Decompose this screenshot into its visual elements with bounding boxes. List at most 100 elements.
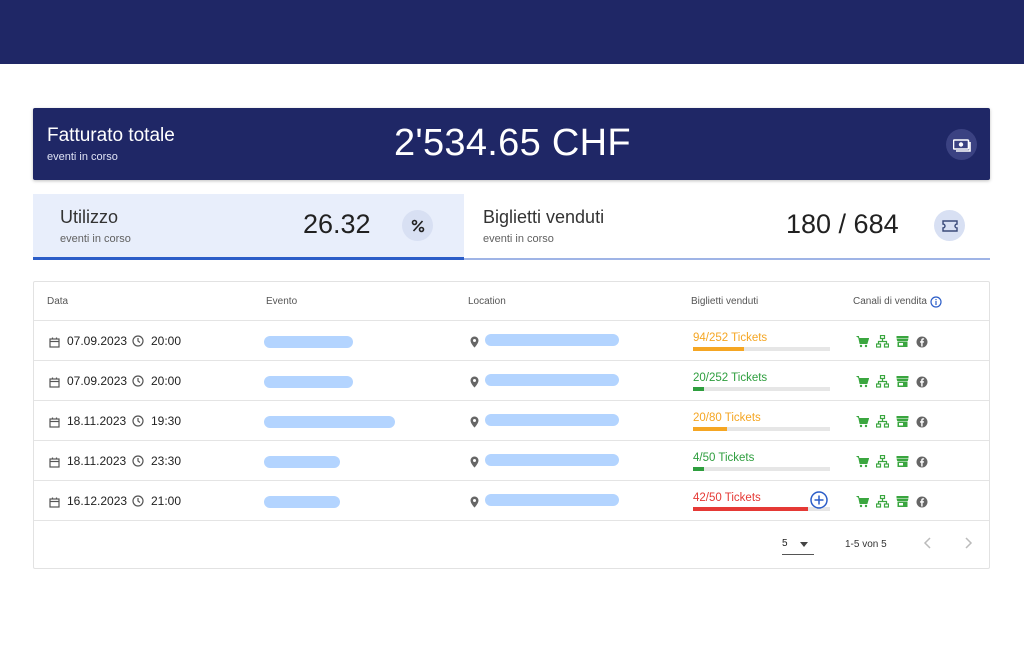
facebook-icon[interactable] bbox=[916, 455, 929, 468]
store-icon[interactable] bbox=[896, 415, 909, 428]
header-sales-channels[interactable]: Canali di vendita bbox=[853, 296, 927, 307]
cart-icon[interactable] bbox=[856, 375, 870, 388]
tickets-sold-title: Biglietti venduti bbox=[483, 207, 605, 227]
chevron-down-icon bbox=[800, 542, 808, 547]
sales-channels bbox=[856, 414, 929, 428]
tickets-progress-bar bbox=[693, 467, 830, 471]
event-date: 16.12.2023 bbox=[67, 494, 128, 508]
event-name-placeholder[interactable] bbox=[264, 496, 340, 508]
event-name-placeholder[interactable] bbox=[264, 376, 353, 388]
event-time: 19:30 bbox=[151, 414, 182, 428]
tickets-sold-subtitle: eventi in corso bbox=[483, 233, 554, 245]
store-icon[interactable] bbox=[896, 335, 909, 348]
tickets-progress-fill bbox=[693, 507, 809, 511]
tickets-sold-card[interactable]: Biglietti venduti eventi in corso 180 / … bbox=[464, 194, 990, 260]
location-name-placeholder[interactable] bbox=[485, 334, 619, 346]
sitemap-icon[interactable] bbox=[875, 334, 890, 348]
tickets-sold-count: 42/50 Tickets bbox=[693, 492, 761, 504]
clock-icon bbox=[132, 494, 144, 512]
header-date[interactable]: Data bbox=[47, 296, 68, 307]
location-name-placeholder[interactable] bbox=[485, 454, 619, 466]
store-icon[interactable] bbox=[896, 375, 909, 388]
sitemap-icon[interactable] bbox=[875, 454, 890, 468]
facebook-icon[interactable] bbox=[916, 495, 929, 508]
previous-page-button[interactable] bbox=[921, 536, 935, 550]
sitemap-icon[interactable] bbox=[875, 494, 890, 508]
location-pin-icon bbox=[470, 375, 479, 393]
event-time: 20:00 bbox=[151, 374, 182, 388]
events-table: Data Evento Location Biglietti venduti C… bbox=[33, 281, 990, 569]
revenue-subtitle: eventi in corso bbox=[47, 151, 118, 163]
event-date: 07.09.2023 bbox=[67, 334, 128, 348]
table-row[interactable]: 07.09.2023 20:00 20/252 Tickets bbox=[34, 361, 989, 401]
facebook-icon[interactable] bbox=[916, 375, 929, 388]
tickets-progress-fill bbox=[693, 467, 704, 471]
location-pin-icon bbox=[470, 495, 479, 513]
sales-channels bbox=[856, 494, 929, 508]
table-footer: 5 1-5 von 5 bbox=[34, 521, 989, 569]
percent-icon bbox=[402, 210, 433, 241]
calendar-icon bbox=[49, 335, 60, 353]
sitemap-icon[interactable] bbox=[875, 414, 890, 428]
event-time: 23:30 bbox=[151, 454, 182, 468]
header-event[interactable]: Evento bbox=[266, 296, 297, 307]
event-time: 21:00 bbox=[151, 494, 182, 508]
calendar-icon bbox=[49, 455, 60, 473]
header-tickets-sold[interactable]: Biglietti venduti bbox=[691, 296, 758, 307]
cart-icon[interactable] bbox=[856, 335, 870, 348]
utilization-subtitle: eventi in corso bbox=[60, 233, 131, 245]
clock-icon bbox=[132, 454, 144, 472]
location-pin-icon bbox=[470, 415, 479, 433]
rows-per-page-select[interactable]: 5 bbox=[782, 537, 814, 555]
event-name-placeholder[interactable] bbox=[264, 416, 395, 428]
utilization-card[interactable]: Utilizzo eventi in corso 26.32 bbox=[33, 194, 464, 260]
facebook-icon[interactable] bbox=[916, 335, 929, 348]
calendar-icon bbox=[49, 495, 60, 513]
calendar-icon bbox=[49, 415, 60, 433]
tickets-progress-bar bbox=[693, 427, 830, 431]
event-name-placeholder[interactable] bbox=[264, 456, 340, 468]
revenue-amount: 2'534.65 CHF bbox=[394, 122, 631, 164]
tickets-sold-value: 180 / 684 bbox=[786, 209, 899, 239]
tickets-sold-count: 20/80 Tickets bbox=[693, 412, 761, 424]
cart-icon[interactable] bbox=[856, 415, 870, 428]
store-icon[interactable] bbox=[896, 495, 909, 508]
table-row[interactable]: 16.12.2023 21:00 42/50 Tickets bbox=[34, 481, 989, 521]
header-location[interactable]: Location bbox=[468, 296, 506, 307]
rows-per-page-value: 5 bbox=[782, 538, 788, 549]
add-circle-icon[interactable] bbox=[810, 491, 828, 514]
event-date: 07.09.2023 bbox=[67, 374, 128, 388]
event-name-placeholder[interactable] bbox=[264, 336, 353, 348]
sitemap-icon[interactable] bbox=[875, 374, 890, 388]
sales-channels bbox=[856, 374, 929, 388]
money-icon bbox=[946, 129, 977, 160]
tickets-sold-count: 20/252 Tickets bbox=[693, 372, 768, 384]
cart-icon[interactable] bbox=[856, 455, 870, 468]
info-icon[interactable] bbox=[930, 295, 942, 313]
top-navigation-bar bbox=[0, 0, 1024, 64]
facebook-icon[interactable] bbox=[916, 415, 929, 428]
tickets-progress-bar bbox=[693, 387, 830, 391]
pagination-range: 1-5 von 5 bbox=[845, 539, 887, 550]
table-header: Data Evento Location Biglietti venduti C… bbox=[34, 282, 989, 321]
tickets-progress-fill bbox=[693, 347, 745, 351]
location-pin-icon bbox=[470, 455, 479, 473]
location-name-placeholder[interactable] bbox=[485, 494, 619, 506]
location-name-placeholder[interactable] bbox=[485, 374, 619, 386]
ticket-icon bbox=[934, 210, 965, 241]
event-date: 18.11.2023 bbox=[67, 454, 127, 468]
tickets-sold-count: 94/252 Tickets bbox=[693, 332, 768, 344]
location-pin-icon bbox=[470, 335, 479, 353]
store-icon[interactable] bbox=[896, 455, 909, 468]
cart-icon[interactable] bbox=[856, 495, 870, 508]
table-row[interactable]: 07.09.2023 20:00 94/252 Tickets bbox=[34, 321, 989, 361]
sales-channels bbox=[856, 334, 929, 348]
tickets-sold-count: 4/50 Tickets bbox=[693, 452, 755, 464]
utilization-value: 26.32 bbox=[303, 209, 371, 239]
calendar-icon bbox=[49, 375, 60, 393]
table-row[interactable]: 18.11.2023 23:30 4/50 Tickets bbox=[34, 441, 989, 481]
table-row[interactable]: 18.11.2023 19:30 20/80 Tickets bbox=[34, 401, 989, 441]
next-page-button[interactable] bbox=[961, 536, 975, 550]
clock-icon bbox=[132, 414, 144, 432]
location-name-placeholder[interactable] bbox=[485, 414, 619, 426]
